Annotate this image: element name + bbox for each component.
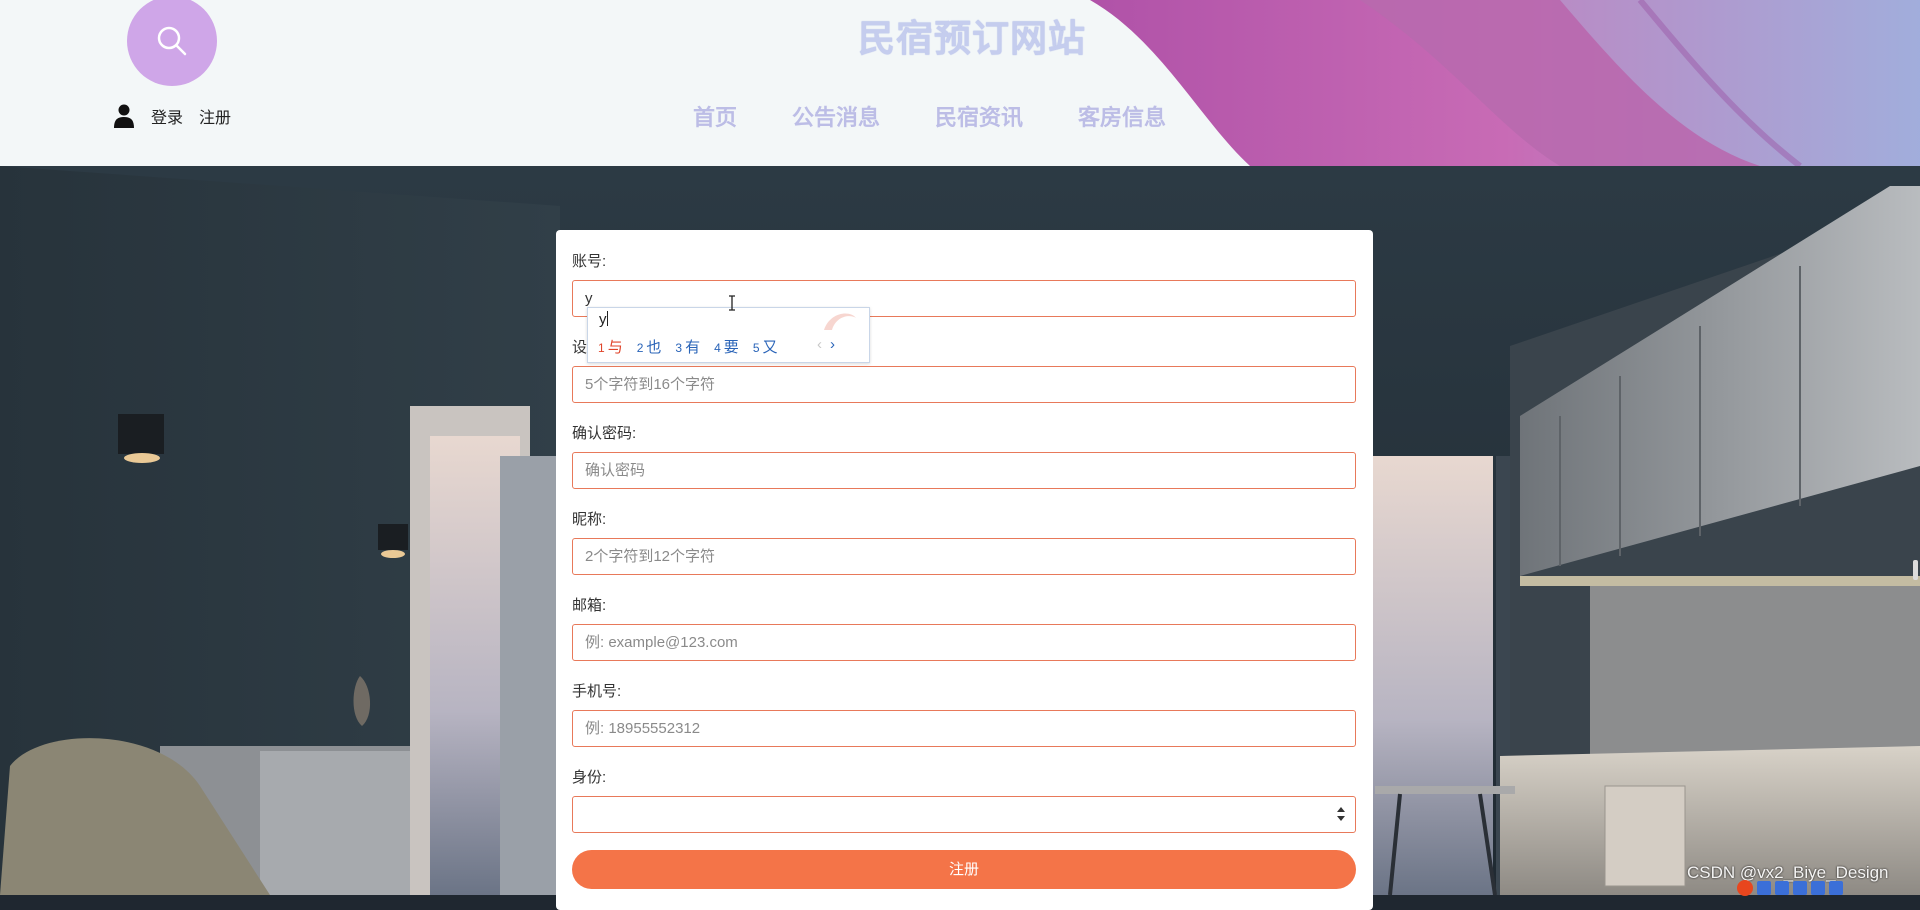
password-label: 设 <box>572 339 588 356</box>
confirm-password-placeholder: 确认密码 <box>585 462 646 479</box>
phone-input[interactable]: 例: 18955552312 <box>572 710 1356 747</box>
ime-candidate-2[interactable]: 2也 <box>637 336 662 357</box>
ime-candidates: 1与 2也 3有 4要 5又 <box>598 336 792 357</box>
nickname-input[interactable]: 2个字符到12个字符 <box>572 538 1356 575</box>
site-title: 民宿预订网站 <box>858 17 1086 60</box>
phone-label: 手机号: <box>572 683 622 700</box>
ime-toolbar <box>1737 880 1847 896</box>
ime-candidate-window: y 1与 2也 3有 4要 5又 ‹ › <box>587 307 870 363</box>
account-label: 账号: <box>572 253 607 270</box>
email-input[interactable]: 例: example@123.com <box>572 624 1356 661</box>
password-input[interactable]: 5个字符到16个字符 <box>572 366 1356 403</box>
ime-candidate-4[interactable]: 4要 <box>714 336 739 357</box>
register-link[interactable]: 注册 <box>199 104 231 128</box>
csdn-watermark: CSDN @vx2_Biye_Design <box>1687 863 1889 882</box>
ime-next-page[interactable]: › <box>830 336 835 353</box>
email-label: 邮箱: <box>572 597 607 614</box>
nickname-label: 昵称: <box>572 511 607 528</box>
ime-skin-icon[interactable] <box>1829 881 1843 895</box>
account-value: y <box>585 290 593 307</box>
confirm-password-input[interactable]: 确认密码 <box>572 452 1356 489</box>
user-area: 登录 注册 <box>114 104 247 128</box>
search-icon <box>157 26 187 56</box>
user-icon <box>114 104 134 128</box>
phone-placeholder: 例: 18955552312 <box>585 720 701 737</box>
site-header: 民宿预订网站 登录 注册 首页 公告消息 民宿资讯 客房信息 <box>0 0 1920 166</box>
role-label: 身份: <box>572 769 607 786</box>
ime-candidate-5[interactable]: 5又 <box>753 336 778 357</box>
sogou-logo-icon <box>1737 880 1753 896</box>
ime-candidate-1[interactable]: 1与 <box>598 336 623 357</box>
main-nav: 首页 公告消息 民宿资讯 客房信息 <box>693 100 1221 132</box>
ime-chinese-mode-icon[interactable] <box>1757 881 1771 895</box>
ime-keyboard-icon[interactable] <box>1811 881 1825 895</box>
ime-pager: ‹ › <box>817 336 835 353</box>
nav-item-rooms[interactable]: 客房信息 <box>1078 100 1166 132</box>
password-placeholder: 5个字符到16个字符 <box>585 376 716 393</box>
ime-decoration <box>824 313 856 330</box>
select-arrows-icon <box>1337 807 1345 821</box>
role-select[interactable] <box>572 796 1356 833</box>
ime-punct-icon[interactable] <box>1775 881 1789 895</box>
nav-item-announcements[interactable]: 公告消息 <box>792 100 880 132</box>
text-cursor-icon <box>729 295 735 311</box>
login-link[interactable]: 登录 <box>151 104 183 128</box>
ime-prev-page[interactable]: ‹ <box>817 336 822 353</box>
scrollbar-thumb[interactable] <box>1913 560 1918 580</box>
search-button[interactable] <box>127 0 217 86</box>
ime-candidate-3[interactable]: 3有 <box>675 336 700 357</box>
register-submit-button[interactable]: 注册 <box>572 850 1356 889</box>
confirm-password-label: 确认密码: <box>572 425 637 442</box>
nav-item-news[interactable]: 民宿资讯 <box>935 100 1023 132</box>
email-placeholder: 例: example@123.com <box>585 634 738 651</box>
nav-item-home[interactable]: 首页 <box>693 100 737 132</box>
nickname-placeholder: 2个字符到12个字符 <box>585 548 716 565</box>
ime-composition: y <box>599 311 608 328</box>
ime-mic-icon[interactable] <box>1793 881 1807 895</box>
